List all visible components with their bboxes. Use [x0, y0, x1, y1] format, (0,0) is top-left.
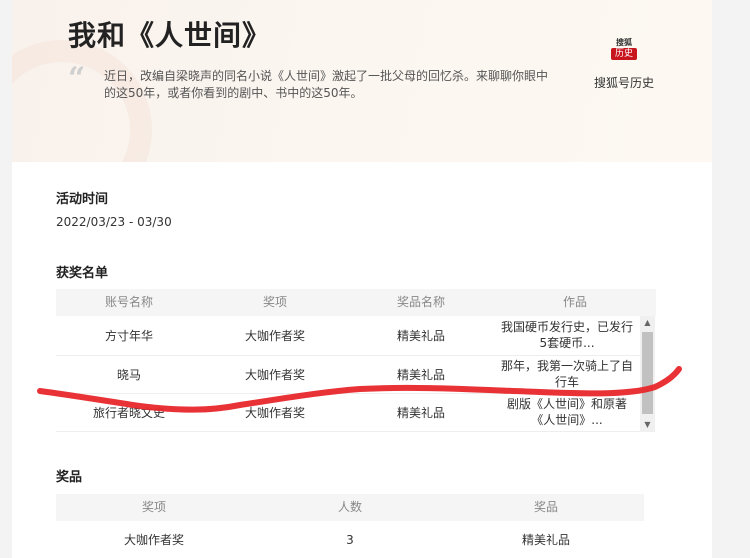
- award-name: 大咖作者奖: [244, 368, 305, 382]
- scroll-thumb[interactable]: [642, 332, 653, 414]
- activity-time-title: 活动时间: [56, 192, 109, 207]
- quote-icon: “: [68, 61, 86, 96]
- column-header: 作品: [562, 295, 587, 309]
- column-header: 奖品名称: [396, 295, 445, 309]
- account-name: 方寸年华: [104, 329, 153, 343]
- work-link[interactable]: 那年，我第一次骑上了自行车: [494, 358, 640, 392]
- winner-count: 3: [346, 532, 354, 547]
- activity-card: 我和《人世间》 “ 近日，改编自梁晓声的同名小说《人世间》激起了一批父母的回忆杀…: [12, 0, 712, 558]
- activity-description: 近日，改编自梁晓声的同名小说《人世间》激起了一批父母的回忆杀。来聊聊你眼中的这5…: [104, 69, 549, 100]
- page-title: 我和《人世间》: [68, 19, 272, 52]
- prizes-title: 奖品: [56, 470, 83, 485]
- prize-name: 精美礼品: [521, 533, 570, 547]
- work-link[interactable]: 我国硬币发行史，已发行5套硬币...: [494, 319, 640, 353]
- column-header: 奖品: [533, 500, 558, 514]
- account-name: 晓马: [116, 368, 141, 382]
- table-row[interactable]: 晓马 大咖作者奖 精美礼品 那年，我第一次骑上了自行车: [56, 356, 640, 394]
- brand-account[interactable]: 搜狐 历史 搜狐号历史: [584, 38, 664, 91]
- column-header: 账号名称: [104, 295, 153, 309]
- scroll-up-icon[interactable]: ▲: [640, 316, 655, 330]
- prize-name: 精美礼品: [396, 329, 445, 343]
- prizes-table-header: 奖项 人数 奖品: [56, 494, 644, 521]
- activity-date-range: 2022/03/23 - 03/30: [56, 215, 172, 229]
- brand-name[interactable]: 搜狐号历史: [584, 74, 664, 91]
- scroll-down-icon[interactable]: ▼: [640, 418, 655, 432]
- award-name: 大咖作者奖: [244, 329, 305, 343]
- winners-title: 获奖名单: [56, 266, 109, 281]
- work-link[interactable]: 剧版《人世间》和原著《人世间》...: [494, 396, 640, 430]
- table-row[interactable]: 方寸年华 大咖作者奖 精美礼品 我国硬币发行史，已发行5套硬币...: [56, 316, 640, 356]
- winners-table-header: 账号名称 奖项 奖品名称 作品: [56, 289, 656, 316]
- account-name: 旅行者晓文史: [92, 406, 165, 420]
- prize-name: 精美礼品: [396, 406, 445, 420]
- table-row: 大咖作者奖 3 精美礼品: [56, 521, 644, 558]
- award-name: 大咖作者奖: [244, 406, 305, 420]
- column-header: 人数: [337, 500, 362, 514]
- column-header: 奖项: [262, 295, 287, 309]
- award-name: 大咖作者奖: [123, 533, 184, 547]
- prize-name: 精美礼品: [396, 368, 445, 382]
- sohu-history-logo-icon: 搜狐 历史: [611, 38, 637, 60]
- column-header: 奖项: [141, 500, 166, 514]
- table-row[interactable]: 旅行者晓文史 大咖作者奖 精美礼品 剧版《人世间》和原著《人世间》...: [56, 394, 640, 432]
- winners-table-scrollbar[interactable]: ▲ ▼: [640, 316, 655, 432]
- hero-banner: 我和《人世间》 “ 近日，改编自梁晓声的同名小说《人世间》激起了一批父母的回忆杀…: [12, 0, 712, 162]
